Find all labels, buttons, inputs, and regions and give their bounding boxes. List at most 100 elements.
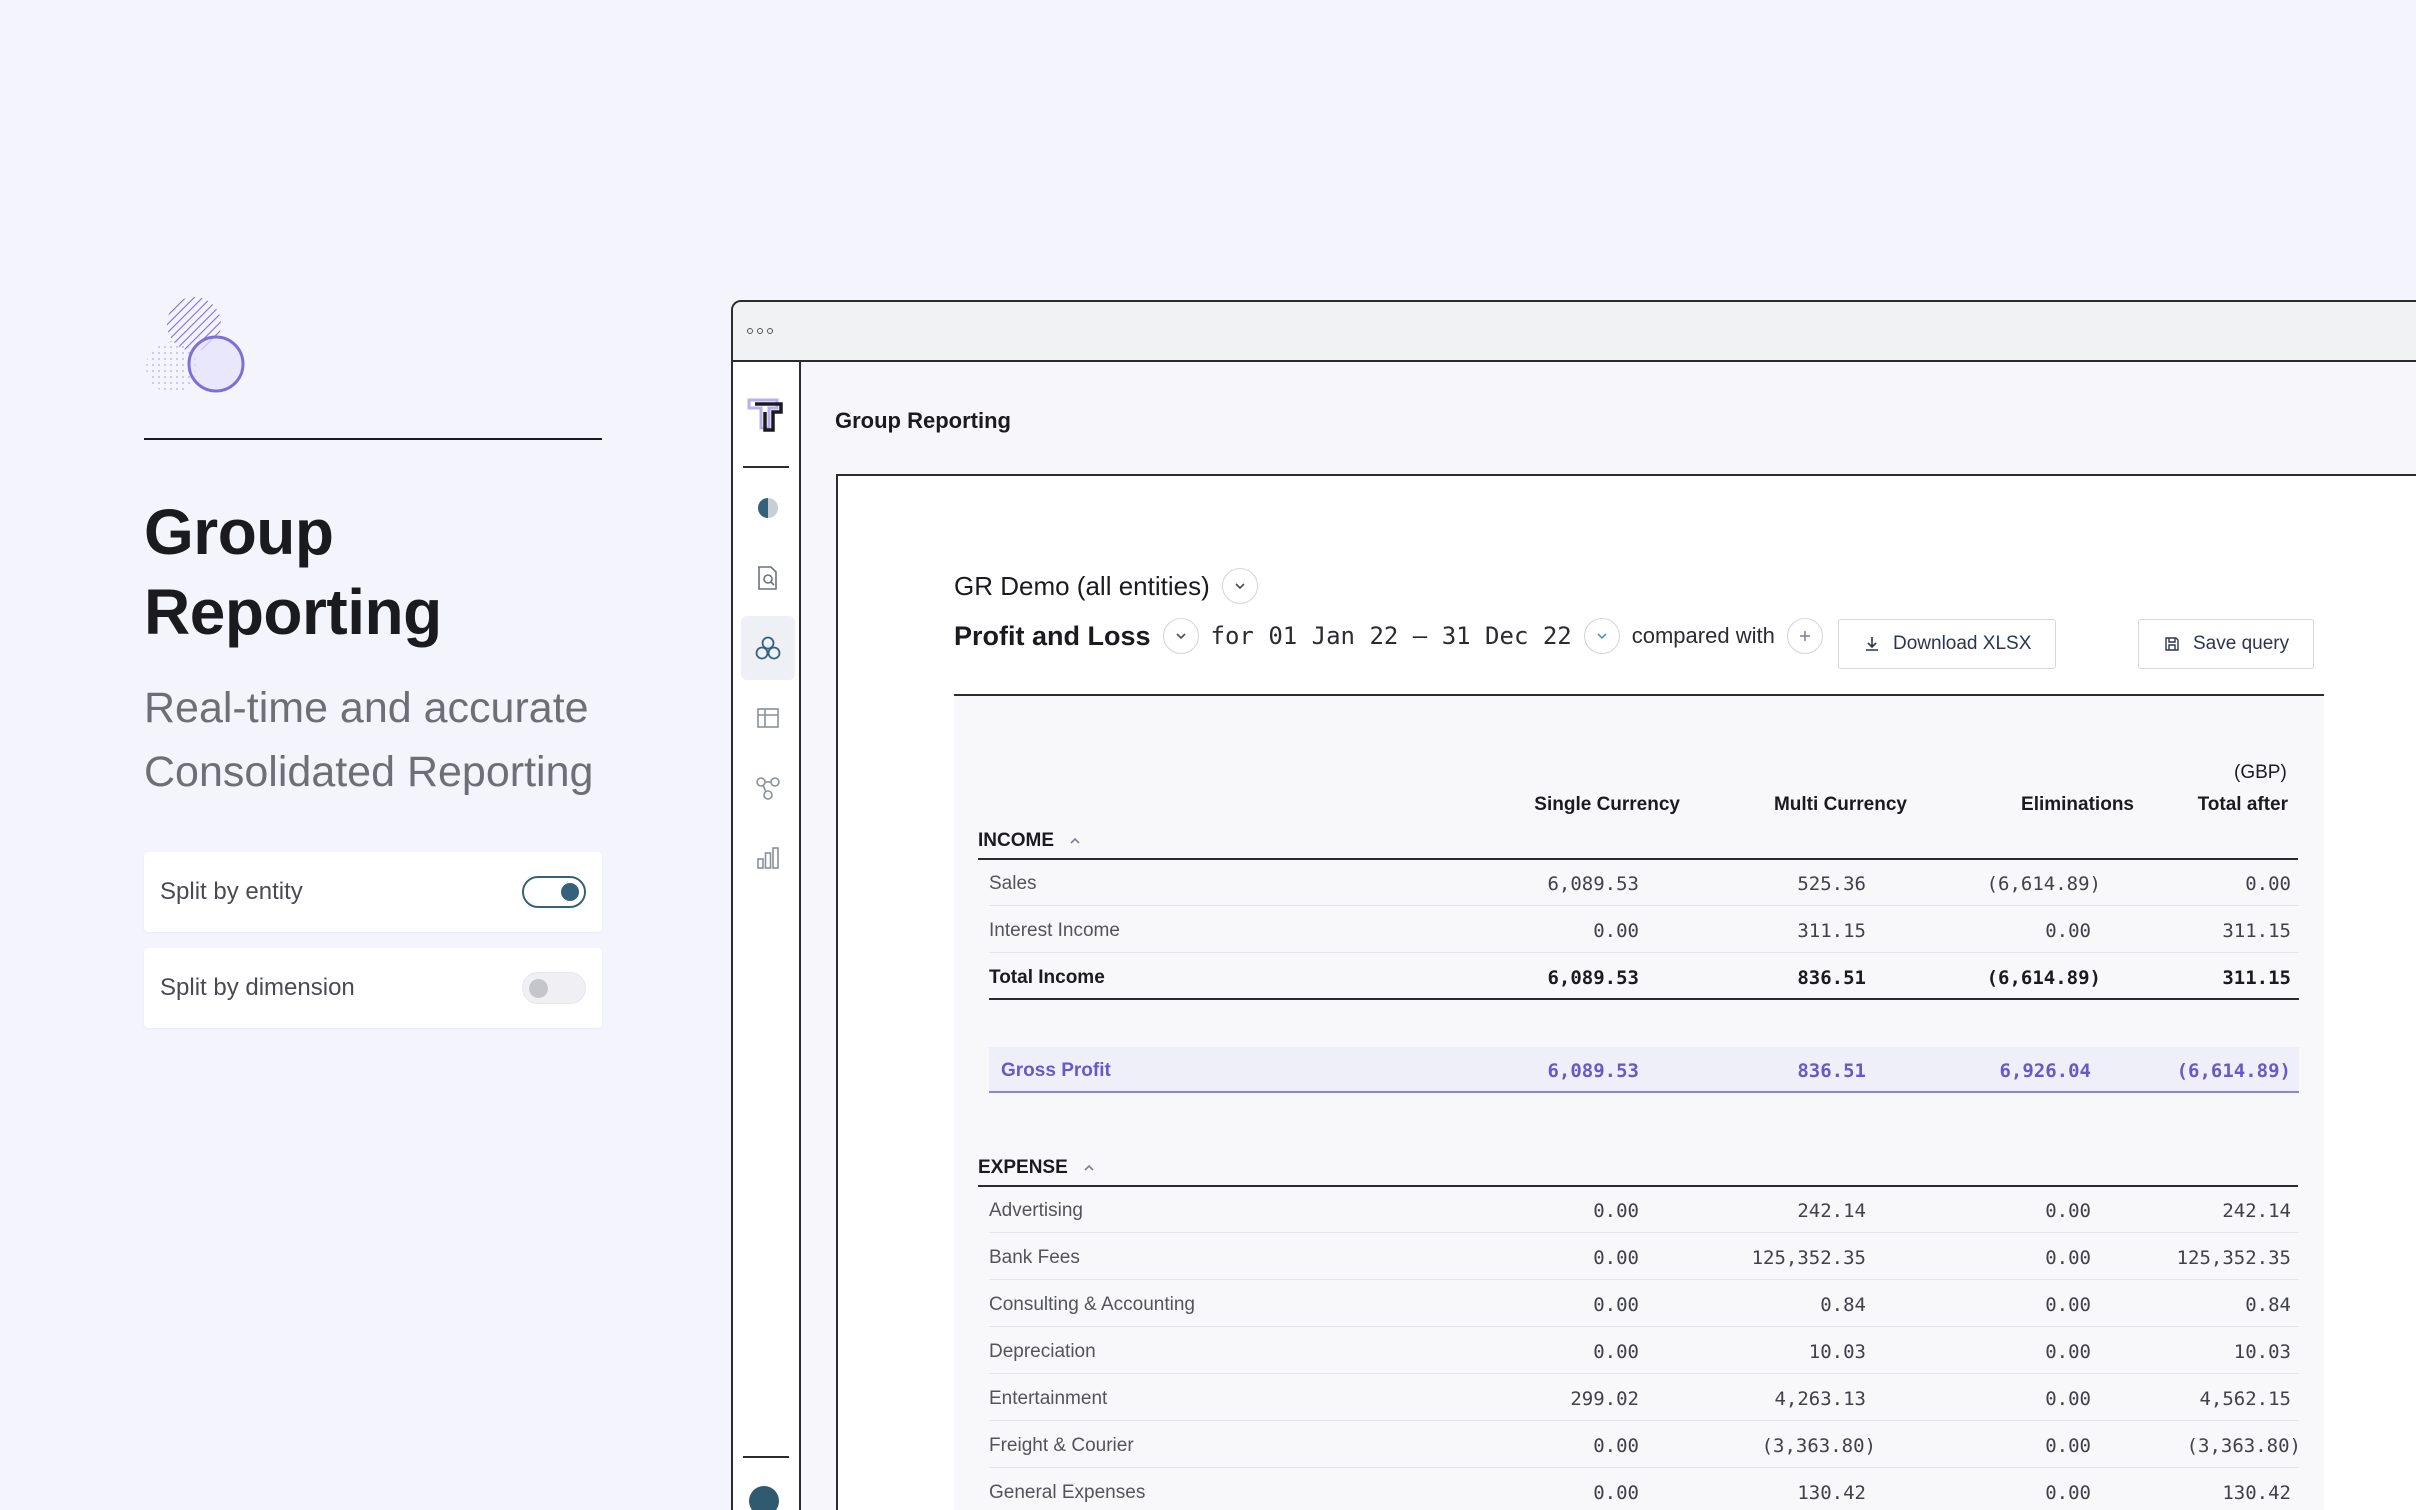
cell-single-currency: 0.00 (1593, 1482, 1639, 1504)
cell-total-after: 311.15 (2222, 920, 2291, 942)
table-row: Entertainment 299.02 4,263.13 0.00 4,562… (989, 1375, 2299, 1421)
split-by-entity-label: Split by entity (160, 878, 303, 905)
split-by-dimension-toggle[interactable] (522, 972, 586, 1004)
total-income-row: Total Income 6,089.53 836.51 (6,614.89) … (989, 954, 2299, 1000)
nav-tables[interactable] (741, 686, 795, 750)
row-label: General Expenses (989, 1482, 1146, 1503)
promo-title: Group Reporting (144, 492, 602, 652)
cell-multi-currency: 130.42 (1797, 1482, 1866, 1504)
expense-section-header[interactable]: EXPENSE (978, 1157, 1096, 1179)
compared-with-label: compared with (1631, 623, 1775, 648)
nav-dashboard[interactable] (741, 476, 795, 540)
cell-single-currency: 0.00 (1593, 1294, 1639, 1316)
cell-multi-currency: 10.03 (1808, 1341, 1866, 1363)
download-icon (1866, 637, 1878, 651)
bar-chart-icon (757, 847, 779, 869)
expense-section-label: EXPENSE (978, 1157, 1068, 1178)
row-label: Interest Income (989, 920, 1120, 941)
sidebar-divider (743, 466, 789, 468)
cell-eliminations: (6,614.89) (1986, 873, 2101, 895)
row-label: Gross Profit (1001, 1060, 1111, 1081)
entity-dropdown-button[interactable] (1221, 568, 1258, 604)
split-by-entity-toggle[interactable] (522, 876, 586, 908)
cell-multi-currency: 0.84 (1820, 1294, 1866, 1316)
cell-total-after: 4,562.15 (2199, 1388, 2291, 1410)
split-by-dimension-label: Split by dimension (160, 974, 355, 1001)
user-avatar[interactable] (749, 1486, 779, 1510)
currency-label: (GBP) (2234, 762, 2287, 783)
promo-subtitle-line2: Consolidated Reporting (144, 748, 594, 796)
cell-single-currency: 6,089.53 (1547, 1060, 1639, 1082)
column-header-eliminations: Eliminations (2021, 794, 2134, 815)
promo-subtitle: Real-time and accurate Consolidated Repo… (144, 676, 602, 804)
cell-single-currency: 6,089.53 (1547, 967, 1639, 989)
table-row: Sales 6,089.53 525.36 (6,614.89) 0.00 (989, 860, 2299, 906)
chevron-down-icon (1235, 583, 1245, 590)
gross-profit-row: Gross Profit 6,089.53 836.51 6,926.04 (6… (989, 1047, 2299, 1093)
toggle-knob (529, 979, 548, 998)
promo-title-line2: Reporting (144, 576, 442, 648)
window-controls[interactable] (747, 328, 773, 334)
row-label: Entertainment (989, 1388, 1108, 1409)
save-query-label: Save query (2193, 633, 2290, 654)
cell-eliminations: 0.00 (2045, 920, 2091, 942)
cell-multi-currency: 836.51 (1797, 1060, 1866, 1082)
toggle-knob (561, 883, 579, 901)
row-label: Freight & Courier (989, 1435, 1134, 1456)
table-row: Depreciation 0.00 10.03 0.00 10.03 (989, 1328, 2299, 1374)
chevron-up-icon (1084, 1164, 1094, 1171)
promo-subtitle-line1: Real-time and accurate (144, 684, 589, 732)
cell-total-after: 311.15 (2222, 967, 2291, 989)
cell-eliminations: (6,614.89) (1986, 967, 2101, 989)
save-icon (2165, 637, 2179, 651)
nodes-icon (756, 777, 780, 800)
brand-logo-icon[interactable] (747, 394, 785, 437)
cell-single-currency: 0.00 (1593, 1247, 1639, 1269)
promo-title-line1: Group (144, 496, 334, 568)
chevron-down-icon (1597, 633, 1607, 640)
table-row: General Expenses 0.00 130.42 0.00 130.42 (989, 1469, 2299, 1510)
group-circles-icon (755, 636, 781, 660)
add-comparison-button[interactable] (1786, 618, 1823, 654)
window-dot[interactable] (747, 328, 753, 334)
column-header-total-after: Total after (2197, 794, 2288, 815)
report-type-dropdown-button[interactable] (1162, 618, 1199, 654)
main-content: Group Reporting GR Demo (all entities) P… (801, 362, 2416, 1510)
cell-multi-currency: 311.15 (1797, 920, 1866, 942)
cell-eliminations: 0.00 (2045, 1200, 2091, 1222)
cell-multi-currency: 242.14 (1797, 1200, 1866, 1222)
cell-single-currency: 6,089.53 (1547, 873, 1639, 895)
plus-icon (1799, 631, 1810, 641)
row-label: Bank Fees (989, 1247, 1080, 1268)
window-titlebar (733, 302, 2416, 362)
download-xlsx-label: Download XLSX (1893, 633, 2032, 654)
cell-multi-currency: 4,263.13 (1774, 1388, 1866, 1410)
nav-documents[interactable] (741, 546, 795, 610)
cell-multi-currency: 836.51 (1797, 967, 1866, 989)
cell-single-currency: 0.00 (1593, 1435, 1639, 1457)
row-label: Sales (989, 873, 1037, 894)
nav-group-reporting[interactable] (741, 616, 795, 680)
cell-eliminations: 0.00 (2045, 1482, 2091, 1504)
download-xlsx-button[interactable]: Download XLSX (1838, 619, 2057, 669)
income-section-header[interactable]: INCOME (978, 830, 1082, 852)
split-by-entity-card: Split by entity (144, 852, 602, 932)
cell-total-after: 242.14 (2222, 1200, 2291, 1222)
split-by-dimension-card: Split by dimension (144, 948, 602, 1028)
entity-selector: GR Demo (all entities) (954, 568, 1258, 604)
cell-multi-currency: (3,363.80) (1761, 1435, 1876, 1457)
window-dot[interactable] (757, 328, 763, 334)
chevron-up-icon (1070, 837, 1080, 844)
period-dropdown-button[interactable] (1583, 618, 1620, 654)
column-header-single-currency: Single Currency (1534, 794, 1680, 815)
nav-connections[interactable] (741, 756, 795, 820)
row-label: Consulting & Accounting (989, 1294, 1195, 1315)
sidebar-divider (743, 1456, 789, 1458)
cell-single-currency: 0.00 (1593, 1200, 1639, 1222)
cell-total-after: 10.03 (2233, 1341, 2291, 1363)
page-title: Group Reporting (835, 408, 1011, 433)
save-query-button[interactable]: Save query (2138, 619, 2315, 669)
window-dot[interactable] (767, 328, 773, 334)
cell-total-after: 0.00 (2245, 873, 2291, 895)
nav-analytics[interactable] (741, 826, 795, 890)
